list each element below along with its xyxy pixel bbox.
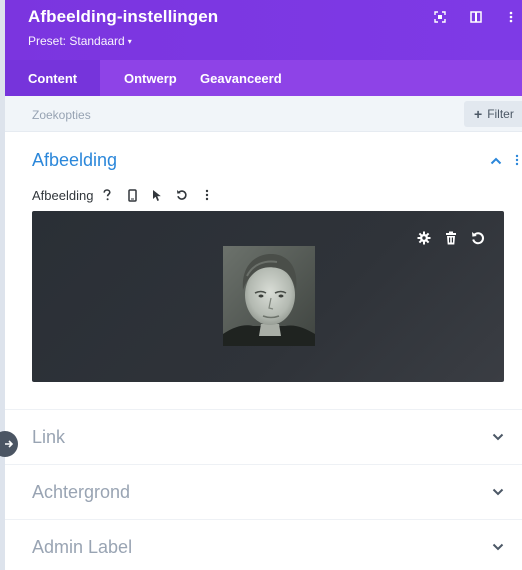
section-title-admin-label[interactable]: Admin Label [32, 537, 132, 558]
reset-icon[interactable] [174, 187, 190, 203]
more-options-icon[interactable] [503, 9, 519, 25]
filter-button[interactable]: + Filter [464, 101, 522, 127]
image-upload-preview[interactable] [32, 211, 504, 382]
field-label-image: Afbeelding [32, 187, 94, 203]
tab-design-label: Ontwerp [124, 70, 177, 86]
settings-header: Afbeelding-instellingen Preset: Standaar… [5, 0, 522, 60]
section-title-link[interactable]: Link [32, 427, 65, 448]
tab-content-label: Content [28, 70, 78, 86]
tab-bar: Content Ontwerp Geavanceerd [5, 60, 522, 96]
plus-icon: + [474, 106, 483, 122]
link-section[interactable]: Link [5, 409, 522, 463]
caret-down-icon: ▾ [127, 37, 132, 46]
field-more-icon[interactable] [199, 187, 215, 203]
admin-label-section[interactable]: Admin Label [5, 519, 522, 570]
tab-design[interactable]: Ontwerp [100, 60, 200, 96]
hover-cursor-icon[interactable] [149, 187, 165, 203]
split-view-icon[interactable] [468, 9, 484, 25]
chevron-down-icon[interactable] [492, 488, 504, 496]
image-reset-icon[interactable] [471, 231, 485, 245]
chevron-down-icon[interactable] [492, 433, 504, 441]
tab-advanced-label: Geavanceerd [200, 70, 282, 86]
search-input[interactable]: Zoekopties [32, 108, 91, 122]
settings-gear-icon[interactable] [417, 231, 431, 245]
tab-advanced[interactable]: Geavanceerd [200, 60, 282, 96]
double-arrow-icon [5, 440, 14, 448]
trash-icon[interactable] [444, 231, 458, 245]
chevron-down-icon[interactable] [492, 543, 504, 551]
modal-title: Afbeelding-instellingen [28, 7, 219, 26]
section-title-background[interactable]: Achtergrond [32, 482, 130, 503]
help-icon[interactable] [99, 187, 115, 203]
preset-selector[interactable]: Preset: Standaard ▾ [28, 34, 132, 48]
mobile-icon[interactable] [124, 187, 140, 203]
portrait-photo [223, 246, 315, 346]
filter-label: Filter [487, 107, 514, 121]
image-field-header: Afbeelding [32, 187, 224, 203]
search-bar: Zoekopties [5, 96, 522, 132]
focus-icon[interactable] [432, 9, 448, 25]
chevron-up-icon[interactable] [490, 157, 502, 165]
image-toolbar [417, 231, 485, 245]
preset-label: Preset: Standaard [28, 34, 125, 48]
section-title-image[interactable]: Afbeelding [32, 150, 117, 171]
section-more-icon[interactable] [515, 154, 519, 166]
tab-content[interactable]: Content [5, 60, 100, 96]
background-section[interactable]: Achtergrond [5, 464, 522, 518]
